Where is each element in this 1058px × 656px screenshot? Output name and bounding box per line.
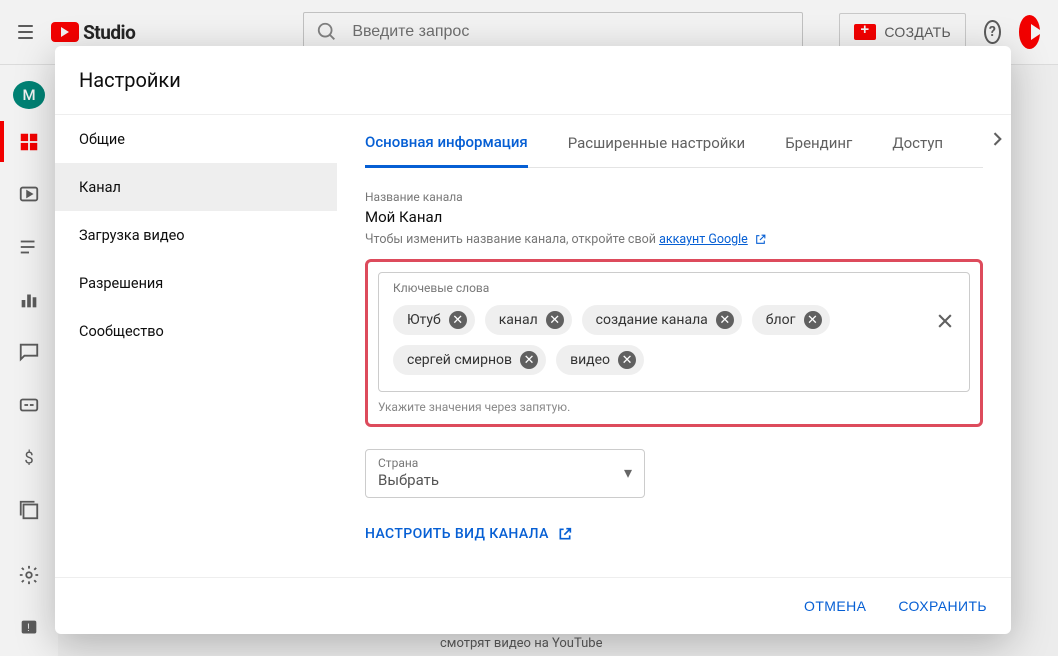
keyword-chip-label: сергей смирнов — [407, 352, 512, 368]
save-button[interactable]: СОХРАНИТЬ — [894, 590, 991, 622]
keyword-chip-label: канал — [499, 312, 538, 328]
channel-helper: Чтобы изменить название канала, откройте… — [365, 232, 983, 247]
external-link-icon — [754, 233, 767, 246]
modal-main: Основная информация Расширенные настройк… — [337, 115, 1011, 577]
country-value: Выбрать — [378, 471, 439, 489]
keyword-chip: видео ✕ — [556, 345, 644, 375]
google-account-link[interactable]: аккаунт Google — [659, 232, 748, 247]
chevron-down-icon: ▾ — [624, 463, 632, 482]
keyword-chip: создание канала ✕ — [582, 305, 742, 335]
tabs: Основная информация Расширенные настройк… — [365, 115, 983, 168]
modal-title: Настройки — [55, 46, 1011, 115]
remove-chip-icon[interactable]: ✕ — [804, 311, 822, 329]
remove-chip-icon[interactable]: ✕ — [618, 351, 636, 369]
country-label: Страна — [378, 456, 439, 470]
keywords-hint: Укажите значения через запятую. — [378, 400, 970, 414]
keyword-chip-label: блог — [766, 312, 796, 328]
keywords-chips: Ютуб✕канал✕создание канала✕блог✕сергей с… — [393, 305, 955, 375]
keyword-chip-label: Ютуб — [407, 312, 441, 328]
remove-chip-icon[interactable]: ✕ — [716, 311, 734, 329]
keywords-highlight: Ключевые слова Ютуб✕канал✕создание канал… — [365, 259, 983, 427]
keyword-chip: сергей смирнов ✕ — [393, 345, 546, 375]
chevron-right-icon — [987, 129, 1007, 149]
sidebar-item-general[interactable]: Общие — [55, 115, 337, 163]
cancel-button[interactable]: ОТМЕНА — [800, 590, 870, 622]
keywords-label: Ключевые слова — [393, 281, 955, 295]
remove-chip-icon[interactable]: ✕ — [520, 351, 538, 369]
keyword-chip: канал ✕ — [485, 305, 572, 335]
keyword-chip: блог ✕ — [752, 305, 830, 335]
channel-name-value: Мой Канал — [365, 208, 983, 226]
sidebar-item-channel[interactable]: Канал — [55, 163, 337, 211]
close-icon — [935, 311, 955, 331]
tab-branding[interactable]: Брендинг — [785, 116, 852, 166]
modal-sidebar: Общие Канал Загрузка видео Разрешения Со… — [55, 115, 337, 577]
remove-chip-icon[interactable]: ✕ — [449, 311, 467, 329]
customize-channel-link[interactable]: НАСТРОИТЬ ВИД КАНАЛА — [365, 526, 983, 542]
keyword-chip: Ютуб ✕ — [393, 305, 475, 335]
keywords-field[interactable]: Ключевые слова Ютуб✕канал✕создание канал… — [378, 272, 970, 392]
customize-channel-label: НАСТРОИТЬ ВИД КАНАЛА — [365, 526, 549, 542]
tab-basic-info[interactable]: Основная информация — [365, 115, 528, 168]
tab-access[interactable]: Доступ — [892, 116, 943, 166]
sidebar-item-permissions[interactable]: Разрешения — [55, 259, 337, 307]
sidebar-item-community[interactable]: Сообщество — [55, 307, 337, 355]
keyword-chip-label: создание канала — [596, 312, 708, 328]
settings-modal: Настройки Общие Канал Загрузка видео Раз… — [55, 46, 1011, 634]
channel-helper-text: Чтобы изменить название канала, откройте… — [365, 232, 659, 247]
modal-footer: ОТМЕНА СОХРАНИТЬ — [55, 577, 1011, 634]
external-link-icon — [557, 526, 573, 542]
sidebar-item-upload[interactable]: Загрузка видео — [55, 211, 337, 259]
keyword-chip-label: видео — [570, 352, 610, 368]
channel-name-label: Название канала — [365, 190, 983, 204]
tab-advanced[interactable]: Расширенные настройки — [568, 116, 745, 166]
remove-chip-icon[interactable]: ✕ — [546, 311, 564, 329]
tabs-scroll-right[interactable] — [983, 125, 1011, 157]
country-select[interactable]: Страна Выбрать ▾ — [365, 449, 645, 498]
clear-keywords-button[interactable] — [935, 311, 955, 335]
